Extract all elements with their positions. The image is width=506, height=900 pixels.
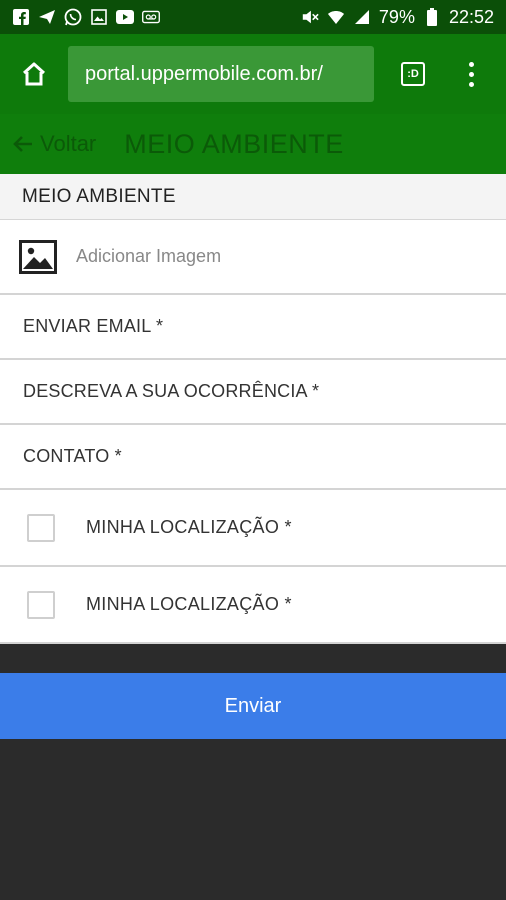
tab-switcher-button[interactable]: :D <box>399 60 427 88</box>
battery-icon <box>423 8 441 26</box>
description-field[interactable]: DESCREVA A SUA OCORRÊNCIA * <box>0 360 506 425</box>
tab-count: :D <box>401 62 425 86</box>
occurrence-form: MEIO AMBIENTE Adicionar Imagem ENVIAR EM… <box>0 174 506 644</box>
spacer <box>0 644 506 673</box>
overflow-menu-button[interactable] <box>461 59 481 89</box>
clock: 22:52 <box>448 6 494 27</box>
mute-icon <box>301 8 319 26</box>
browser-toolbar: portal.uppermobile.com.br/ :D <box>0 34 506 114</box>
system-icons: 79% 22:52 <box>301 7 494 28</box>
email-field[interactable]: ENVIAR EMAIL * <box>0 295 506 360</box>
location-checkbox-row[interactable]: MINHA LOCALIZAÇÃO * <box>0 490 506 567</box>
status-bar: 79% 22:52 <box>0 0 506 34</box>
gallery-icon <box>90 8 108 26</box>
contact-field[interactable]: CONTATO * <box>0 425 506 490</box>
wifi-icon <box>327 8 345 26</box>
signal-icon <box>353 8 371 26</box>
notification-icons <box>12 8 160 26</box>
app-header: Voltar MEIO AMBIENTE <box>0 114 506 174</box>
address-bar[interactable]: portal.uppermobile.com.br/ <box>68 46 374 102</box>
add-image-label: Adicionar Imagem <box>76 246 222 266</box>
arrow-left-icon <box>13 136 32 152</box>
whatsapp-icon <box>64 8 82 26</box>
voicemail-icon <box>142 8 160 26</box>
send-icon <box>38 8 56 26</box>
location-checkbox-label: MINHA LOCALIZAÇÃO * <box>86 594 292 614</box>
menu-dot <box>468 81 474 87</box>
location-checkbox[interactable] <box>27 590 55 619</box>
section-title: MEIO AMBIENTE <box>0 174 506 220</box>
menu-dot <box>468 71 474 77</box>
battery-percentage: 79% <box>378 6 415 27</box>
youtube-icon <box>116 8 134 26</box>
image-icon <box>19 239 57 274</box>
location-checkbox-label: MINHA LOCALIZAÇÃO * <box>86 517 292 537</box>
page-title: MEIO AMBIENTE <box>124 128 344 159</box>
location-checkbox[interactable] <box>27 513 55 542</box>
submit-button[interactable]: Enviar <box>0 673 506 739</box>
location-checkbox-row[interactable]: MINHA LOCALIZAÇÃO * <box>0 567 506 644</box>
facebook-icon <box>12 8 30 26</box>
add-image-row[interactable]: Adicionar Imagem <box>0 220 506 295</box>
home-button[interactable] <box>9 49 59 99</box>
menu-dot <box>468 61 474 67</box>
back-label: Voltar <box>40 131 97 156</box>
home-icon <box>22 62 46 86</box>
back-button[interactable]: Voltar <box>12 131 96 157</box>
